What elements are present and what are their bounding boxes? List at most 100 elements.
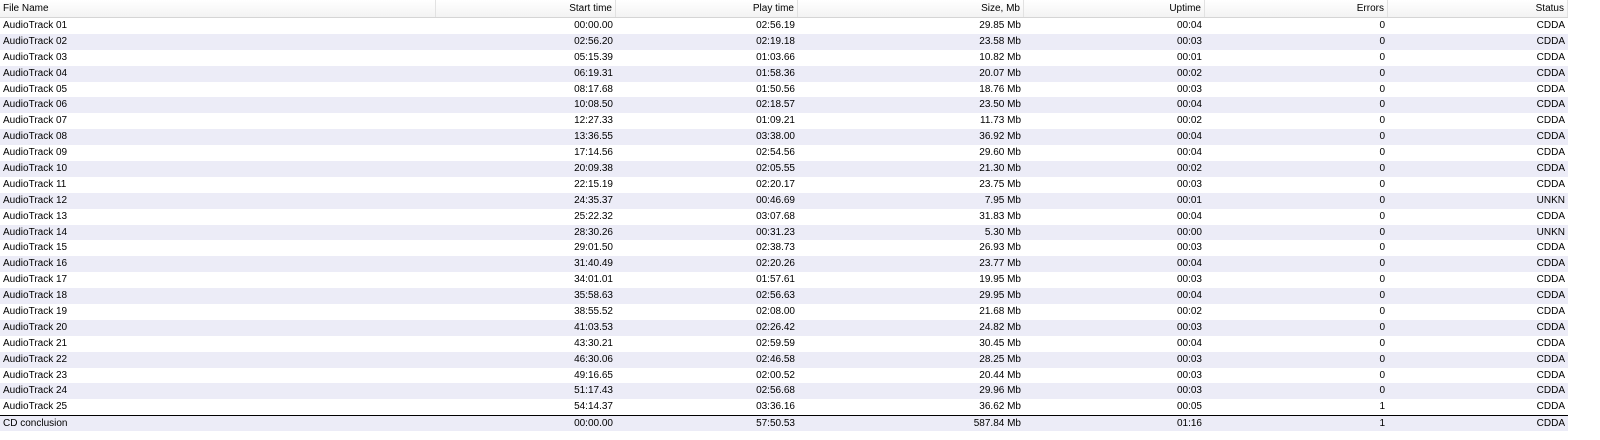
play-time-cell: 03:07.68 <box>756 210 795 222</box>
file-name-cell: AudioTrack 24 <box>3 385 68 397</box>
file-name-cell: AudioTrack 03 <box>3 51 68 63</box>
file-name-cell: AudioTrack 09 <box>3 147 68 159</box>
size-cell: 11.73 Mb <box>980 115 1021 127</box>
start-time-cell: 34:01.01 <box>574 274 613 286</box>
table-row[interactable]: AudioTrack 21 43:30.21 02:59.59 30.45 Mb 00:… <box>0 336 1568 352</box>
size-cell: 23.77 Mb <box>979 258 1021 270</box>
column-header-play-time[interactable]: Play time <box>616 0 798 17</box>
table-row[interactable]: AudioTrack 24 51:17.43 02:56.68 29.96 Mb 00:… <box>0 383 1568 400</box>
size-cell: 29.95 Mb <box>979 290 1021 302</box>
table-row[interactable]: AudioTrack 15 29:01.50 02:38.73 26.93 Mb 00:… <box>0 240 1568 256</box>
start-time-cell: 13:36.55 <box>574 131 613 143</box>
table-row[interactable]: AudioTrack 19 38:55.52 02:08.00 21.68 Mb 00:… <box>0 304 1568 320</box>
file-name-cell: AudioTrack 19 <box>3 306 68 318</box>
status-cell: CDDA <box>1536 274 1565 286</box>
errors-cell: 0 <box>1379 115 1385 127</box>
uptime-cell: 01:16 <box>1176 418 1202 430</box>
table-row[interactable]: AudioTrack 11 22:15.19 02:20.17 23.75 Mb 00:… <box>0 177 1568 193</box>
play-time-cell: 02:20.26 <box>756 258 795 270</box>
play-time-cell: 02:19.18 <box>756 35 795 47</box>
errors-cell: 0 <box>1379 67 1385 79</box>
file-name-cell: AudioTrack 05 <box>3 83 68 95</box>
status-cell: CDDA <box>1536 321 1565 333</box>
table-row[interactable]: AudioTrack 09 17:14.56 02:54.56 29.60 Mb 00:… <box>0 145 1568 161</box>
play-time-cell: 02:38.73 <box>756 242 795 254</box>
size-cell: 23.58 Mb <box>979 35 1021 47</box>
size-cell: 7.95 Mb <box>984 194 1021 206</box>
table-row[interactable]: AudioTrack 02 02:56.20 02:19.18 23.58 Mb 00:… <box>0 33 1568 50</box>
column-header-errors[interactable]: Errors <box>1205 0 1388 17</box>
start-time-cell: 29:01.50 <box>574 242 613 254</box>
table-row[interactable]: AudioTrack 12 24:35.37 00:46.69 7.95 Mb 00:0… <box>0 192 1568 209</box>
status-cell: CDDA <box>1536 178 1565 190</box>
table-row[interactable]: AudioTrack 08 13:36.55 03:38.00 36.92 Mb 00:… <box>0 129 1568 146</box>
column-header-uptime[interactable]: Uptime <box>1024 0 1205 17</box>
file-name-cell: AudioTrack 08 <box>3 131 68 143</box>
table-row[interactable]: AudioTrack 22 46:30.06 02:46.58 28.25 Mb 00:… <box>0 351 1568 368</box>
uptime-cell: 00:03 <box>1176 242 1202 254</box>
summary-row[interactable]: CD conclusion 00:00.00 57:50.53 587.84 Mb 01… <box>0 415 1568 432</box>
file-name-cell: AudioTrack 07 <box>3 115 68 127</box>
play-time-cell: 02:54.56 <box>756 147 795 159</box>
size-cell: 10.82 Mb <box>979 51 1021 63</box>
table-row[interactable]: AudioTrack 03 05:15.39 01:03.66 10.82 Mb 00:… <box>0 50 1568 66</box>
errors-cell: 0 <box>1379 147 1385 159</box>
table-row[interactable]: AudioTrack 01 00:00.00 02:56.19 29.85 Mb 00:… <box>0 18 1568 34</box>
size-cell: 31.83 Mb <box>979 210 1021 222</box>
play-time-cell: 02:56.68 <box>756 385 795 397</box>
uptime-cell: 00:03 <box>1176 35 1202 47</box>
errors-cell: 0 <box>1379 194 1385 206</box>
play-time-cell: 00:46.69 <box>756 194 795 206</box>
status-cell: CDDA <box>1536 35 1565 47</box>
table-row[interactable]: AudioTrack 13 25:22.32 03:07.68 31.83 Mb 00:… <box>0 209 1568 225</box>
table-row[interactable]: AudioTrack 16 31:40.49 02:20.26 23.77 Mb 00:… <box>0 256 1568 273</box>
start-time-cell: 10:08.50 <box>574 99 613 111</box>
start-time-cell: 31:40.49 <box>574 258 613 270</box>
column-header-status[interactable]: Status <box>1388 0 1568 17</box>
table-row[interactable]: AudioTrack 18 35:58.63 02:56.63 29.95 Mb 00:… <box>0 288 1568 305</box>
uptime-cell: 00:04 <box>1176 210 1202 222</box>
table-row[interactable]: AudioTrack 06 10:08.50 02:18.57 23.50 Mb 00:… <box>0 97 1568 114</box>
play-time-cell: 03:36.16 <box>756 401 795 413</box>
play-time-cell: 01:03.66 <box>756 51 795 63</box>
file-name-cell: AudioTrack 20 <box>3 321 68 333</box>
column-header-file-name[interactable]: File Name <box>0 0 436 17</box>
table-row[interactable]: AudioTrack 07 12:27.33 01:09.21 11.73 Mb 00:… <box>0 113 1568 129</box>
start-time-cell: 28:30.26 <box>574 226 613 238</box>
start-time-cell: 17:14.56 <box>574 147 613 159</box>
file-name-cell: AudioTrack 16 <box>3 258 68 270</box>
status-cell: CDDA <box>1536 242 1565 254</box>
uptime-cell: 00:03 <box>1176 83 1202 95</box>
size-cell: 19.95 Mb <box>979 274 1021 286</box>
uptime-cell: 00:04 <box>1176 20 1202 31</box>
errors-cell: 0 <box>1379 178 1385 190</box>
column-header-size[interactable]: Size, Mb <box>798 0 1024 17</box>
column-header-start-time[interactable]: Start time <box>436 0 616 17</box>
file-name-cell: AudioTrack 15 <box>3 242 68 254</box>
uptime-cell: 00:04 <box>1176 131 1202 143</box>
play-time-cell: 02:20.17 <box>756 178 795 190</box>
errors-cell: 0 <box>1379 226 1385 238</box>
table-row[interactable]: AudioTrack 25 54:14.37 03:36.16 36.62 Mb 00:… <box>0 399 1568 415</box>
table-row[interactable]: AudioTrack 23 49:16.65 02:00.52 20.44 Mb 00:… <box>0 368 1568 384</box>
start-time-cell: 38:55.52 <box>574 306 613 318</box>
play-time-cell: 02:56.63 <box>756 290 795 302</box>
table-row[interactable]: AudioTrack 10 20:09.38 02:05.55 21.30 Mb 00:… <box>0 161 1568 177</box>
table-row[interactable]: AudioTrack 04 06:19.31 01:58.36 20.07 Mb 00:… <box>0 65 1568 82</box>
table-row[interactable]: AudioTrack 14 28:30.26 00:31.23 5.30 Mb 00:0… <box>0 224 1568 241</box>
play-time-cell: 03:38.00 <box>756 131 795 143</box>
size-cell: 20.44 Mb <box>979 369 1021 381</box>
table-row[interactable]: AudioTrack 05 08:17.68 01:50.56 18.76 Mb 00:… <box>0 82 1568 98</box>
uptime-cell: 00:04 <box>1176 290 1202 302</box>
column-header-row: File Name Start time Play time Size, Mb … <box>0 0 1568 18</box>
status-cell: CDDA <box>1536 99 1565 111</box>
errors-cell: 0 <box>1379 163 1385 175</box>
table-row[interactable]: AudioTrack 17 34:01.01 01:57.61 19.95 Mb 00:… <box>0 272 1568 288</box>
status-cell: CDDA <box>1536 401 1565 413</box>
size-cell: 21.30 Mb <box>979 163 1021 175</box>
track-list-grid: File Name Start time Play time Size, Mb … <box>0 0 1568 440</box>
table-row[interactable]: AudioTrack 20 41:03.53 02:26.42 24.82 Mb 00:… <box>0 319 1568 336</box>
size-cell: 26.93 Mb <box>979 242 1021 254</box>
uptime-cell: 00:03 <box>1176 353 1202 365</box>
status-cell: CDDA <box>1536 51 1565 63</box>
